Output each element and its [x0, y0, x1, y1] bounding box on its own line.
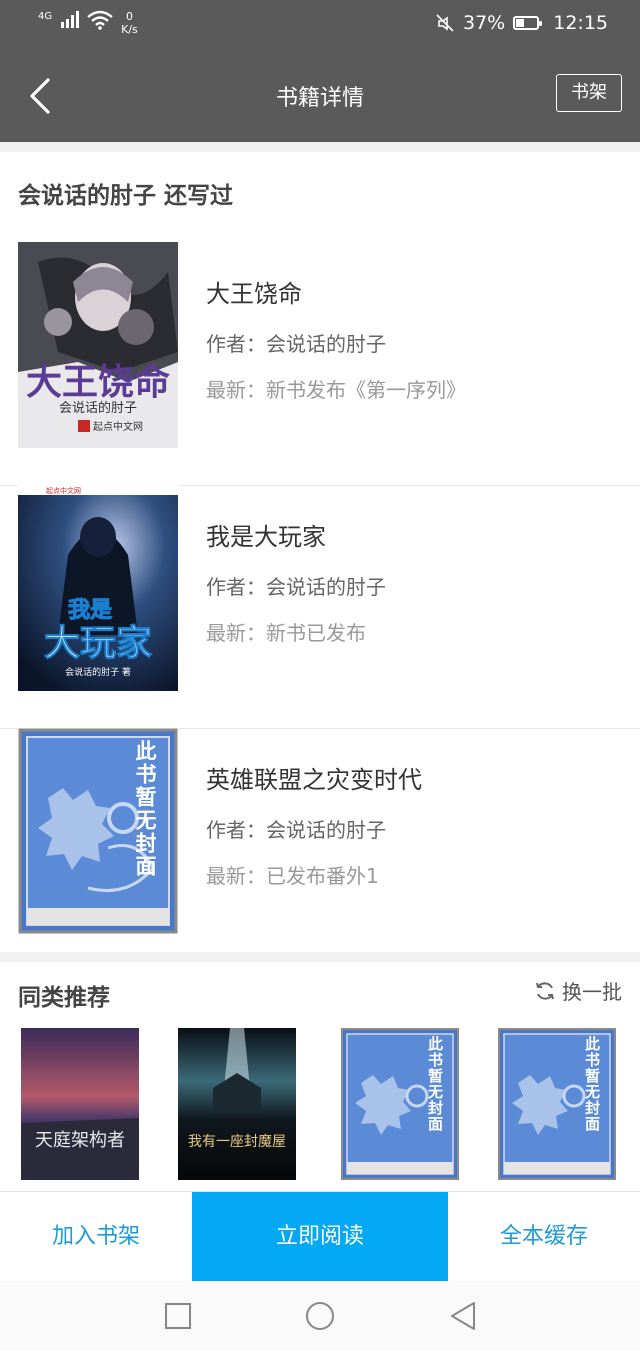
book-cover-art: 大王饶命 会说话的肘子 起点中文网 — [18, 242, 178, 448]
cover-author-text: 会说话的肘子 — [59, 400, 137, 416]
refresh-icon — [536, 981, 554, 1000]
recommend-book[interactable]: 我有一座封魔屋 — [178, 1028, 296, 1180]
book-cover: 起点中文网 我是 大玩家 会说话的肘子 著 — [18, 485, 178, 691]
book-title: 我是大玩家 — [206, 523, 326, 551]
recommend-book[interactable]: 天庭架构者 — [21, 1028, 139, 1180]
status-right: 37% 12:15 — [435, 12, 608, 34]
recommend-section-title: 同类推荐 — [18, 985, 110, 1011]
network-type: 4G — [38, 11, 53, 22]
recommend-book[interactable]: 此书暂无封面 — [341, 1028, 459, 1180]
placeholder-text: 此书暂无封面 — [133, 740, 157, 878]
header-bar: 书籍详情 书架 — [0, 50, 640, 142]
net-speed-unit: K/s — [121, 23, 138, 36]
clock: 12:15 — [553, 12, 608, 34]
battery-percent: 37% — [463, 12, 506, 34]
book-author: 作者：会说话的肘子 — [206, 332, 386, 356]
book-item[interactable]: 此书暂无封面 英雄联盟之灾变时代 作者：会说话的肘子 最新：已发布番外1 — [0, 728, 640, 971]
wifi-icon — [87, 10, 113, 30]
system-nav-bar — [0, 1281, 640, 1351]
book-author: 作者：会说话的肘子 — [206, 575, 386, 599]
author-books-section: 会说话的肘子 还写过 大王饶命 会说话的肘子 起点中文网 大王饶命 作者：会说话… — [0, 152, 640, 952]
book-latest-chapter: 最新：新书已发布 — [206, 621, 366, 645]
home-icon[interactable] — [304, 1300, 336, 1332]
book-cover-art: 天庭架构者 — [21, 1028, 139, 1180]
book-title: 英雄联盟之灾变时代 — [206, 766, 422, 794]
signal-icon — [61, 10, 80, 28]
net-speed: 0 K/s — [121, 10, 138, 36]
net-speed-value: 0 — [125, 10, 133, 23]
back-nav-icon[interactable] — [448, 1300, 478, 1332]
no-cover-placeholder: 此书暂无封面 — [341, 1028, 459, 1180]
book-latest-chapter: 最新：已发布番外1 — [206, 864, 379, 888]
read-now-button[interactable]: 立即阅读 — [192, 1192, 448, 1282]
cover-title-text: 大玩家 — [44, 622, 152, 664]
status-left: 4G 0 K/s — [38, 10, 138, 36]
book-item[interactable]: 起点中文网 我是 大玩家 会说话的肘子 著 我是大玩家 作者：会说话的肘子 最新… — [0, 485, 640, 729]
cover-title-text: 我是 — [68, 597, 112, 623]
book-cover-art: 我有一座封魔屋 — [178, 1028, 296, 1180]
refresh-button[interactable]: 换一批 — [534, 976, 622, 1005]
book-title: 大王饶命 — [206, 280, 302, 308]
no-cover-placeholder: 此书暂无封面 — [498, 1028, 616, 1180]
cover-site-text: 起点中文网 — [46, 486, 81, 495]
cover-author-text: 会说话的肘子 著 — [65, 666, 131, 678]
cache-all-button[interactable]: 全本缓存 — [448, 1192, 640, 1282]
placeholder-text: 此书暂无封面 — [583, 1036, 601, 1132]
status-bar: 4G 0 K/s 37% 12:15 — [0, 0, 640, 50]
recent-apps-icon[interactable] — [164, 1302, 192, 1330]
book-cover: 大王饶命 会说话的肘子 起点中文网 — [18, 242, 178, 448]
bottom-action-bar: 加入书架 立即阅读 全本缓存 — [0, 1191, 640, 1282]
author-section-title: 会说话的肘子 还写过 — [18, 183, 234, 209]
book-cover-art: 起点中文网 我是 大玩家 会说话的肘子 著 — [18, 485, 178, 691]
rec-cover-title-text: 天庭架构者 — [35, 1130, 125, 1151]
book-cover: 此书暂无封面 — [18, 728, 178, 934]
no-cover-placeholder: 此书暂无封面 — [18, 728, 178, 934]
cover-site-text: 起点中文网 — [93, 420, 143, 433]
page-title: 书籍详情 — [275, 86, 364, 111]
recommend-book[interactable]: 此书暂无封面 — [498, 1028, 616, 1180]
bookshelf-button[interactable]: 书架 — [556, 74, 622, 112]
book-latest-chapter: 最新：新书发布《第一序列》 — [206, 378, 466, 402]
add-to-shelf-button[interactable]: 加入书架 — [0, 1192, 192, 1282]
battery-icon — [513, 16, 543, 30]
book-author: 作者：会说话的肘子 — [206, 818, 386, 842]
recommend-section: 同类推荐 换一批 天庭架构者 我有一座封魔屋 此书暂无封面 此书暂无封面 — [0, 962, 640, 1191]
cover-title-text: 大王饶命 — [26, 361, 170, 403]
mute-icon — [436, 14, 454, 32]
placeholder-text: 此书暂无封面 — [426, 1036, 444, 1132]
refresh-label: 换一批 — [562, 980, 622, 1004]
book-item[interactable]: 大王饶命 会说话的肘子 起点中文网 大王饶命 作者：会说话的肘子 最新：新书发布… — [0, 242, 640, 486]
rec-cover-title-text: 我有一座封魔屋 — [188, 1134, 286, 1150]
